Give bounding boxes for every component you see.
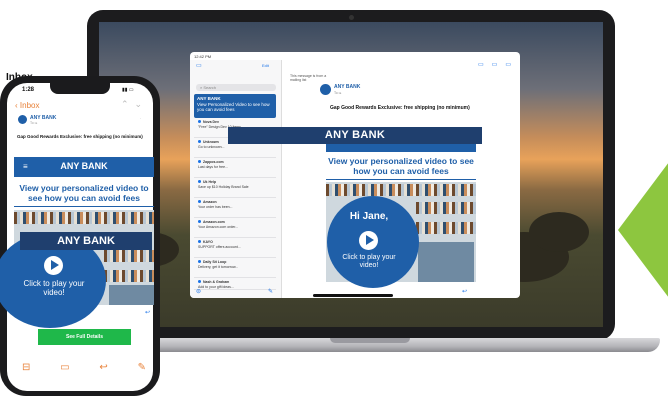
phone-status-time: 1:28 bbox=[22, 87, 35, 93]
tablet-headline: View your personalized video to see how … bbox=[328, 156, 474, 176]
phone-email-date: · bbox=[140, 117, 142, 121]
home-indicator bbox=[313, 294, 393, 297]
list-item[interactable]: Nash & Graham Add to your gift ideas... bbox=[194, 278, 276, 290]
mailing-list-alert: This message is from a mailing list bbox=[290, 74, 327, 82]
tablet-email-subject: Gap Good Rewards Exclusive: free shippin… bbox=[330, 105, 470, 111]
phone-video-cta-text: Click to play your video! bbox=[23, 279, 85, 297]
message-nav-arrows[interactable]: ⌃⌄ bbox=[121, 99, 148, 110]
tablet-status-time: 12:42 PM bbox=[194, 54, 212, 59]
list-item-preview: Your order has been... bbox=[198, 204, 233, 209]
phone-sender-detail: To: ▸ bbox=[30, 121, 38, 125]
phone-headline: View your personalized video to see how … bbox=[19, 183, 149, 203]
list-item[interactable]: Zappos.com Last days for free... bbox=[194, 158, 276, 178]
reply-icon[interactable]: ↩ bbox=[99, 362, 107, 373]
phone-notch bbox=[50, 83, 110, 94]
folder-icon[interactable]: ▭ bbox=[60, 362, 69, 373]
reply-icon[interactable]: ↩ bbox=[462, 288, 467, 295]
back-label: Inbox bbox=[19, 101, 40, 110]
list-item-preview: Save up $10 Holiday Brand Sale bbox=[198, 184, 249, 189]
selected-message[interactable]: ANY BANK View Personalized Video to see … bbox=[194, 94, 276, 118]
list-item-sender: Zappos.com bbox=[203, 160, 224, 164]
greeting-text: Hi Jane, bbox=[349, 211, 389, 222]
laptop-notch bbox=[330, 338, 410, 343]
compose-icon[interactable]: ✎ bbox=[268, 288, 273, 295]
list-item-sender: Amazon bbox=[203, 200, 217, 204]
any-bank-banner: ANY BANK bbox=[228, 127, 482, 144]
phone-bank-name: ANY BANK bbox=[60, 161, 108, 171]
divider bbox=[14, 206, 154, 207]
tablet-sender-name: ANY BANK bbox=[334, 84, 361, 90]
see-full-details-button[interactable]: See Full Details bbox=[38, 329, 131, 345]
search-input[interactable]: ⌕ Search bbox=[196, 84, 276, 91]
list-item[interactable]: Uk Help Save up $10 Holiday Brand Sale bbox=[194, 178, 276, 198]
back-button[interactable]: ‹ Inbox bbox=[15, 101, 39, 110]
list-item-sender: Nash & Graham bbox=[203, 280, 230, 284]
phone-email-subject: Gap Good Rewards Exclusive: free shippin… bbox=[17, 134, 143, 139]
list-item-preview: Your Amazon.com order... bbox=[198, 224, 239, 229]
list-item-sender: Amazon.com bbox=[203, 220, 225, 224]
list-item-preview: Go to unknown... bbox=[198, 144, 225, 149]
selected-preview: View Personalized Video to see how you c… bbox=[197, 101, 270, 113]
search-placeholder: Search bbox=[203, 85, 217, 90]
play-icon bbox=[366, 235, 374, 245]
filter-icon[interactable]: ⊜ bbox=[196, 288, 201, 295]
video-cta-text: Click to play your video! bbox=[342, 254, 396, 269]
divider bbox=[326, 179, 476, 180]
list-item-sender: Uk Help bbox=[203, 180, 217, 184]
tablet-email-header-bar bbox=[326, 144, 476, 152]
list-item-sender: Unknown bbox=[203, 140, 219, 144]
list-item[interactable]: Daily Sit Loop Delivery, get it tomorrow.… bbox=[194, 258, 276, 278]
tablet-toolbar-icons[interactable]: ▭▭▭ bbox=[478, 61, 519, 68]
camera-icon bbox=[349, 15, 354, 20]
reply-icon[interactable]: ↩ bbox=[145, 309, 150, 316]
sender-avatar bbox=[320, 84, 331, 95]
list-item[interactable]: Amazon.com Your Amazon.com order... bbox=[194, 218, 276, 238]
list-item-preview: SUPPORT offers account... bbox=[198, 244, 241, 249]
edit-button[interactable]: Edit bbox=[262, 63, 269, 68]
list-item-preview: Add to your gift ideas... bbox=[198, 284, 234, 289]
phone-any-bank-banner: ANY BANK bbox=[20, 232, 152, 250]
green-accent-shape bbox=[618, 150, 668, 310]
phone-sender-avatar bbox=[18, 115, 27, 124]
list-item-sender: KAYO bbox=[203, 240, 213, 244]
list-item[interactable]: KAYO SUPPORT offers account... bbox=[194, 238, 276, 258]
compose-icon[interactable]: ✎ bbox=[138, 362, 146, 373]
signal-battery-icon: ▮▮ ▭ bbox=[122, 87, 134, 93]
list-item-preview: Delivery, get it tomorrow... bbox=[198, 264, 239, 269]
list-item-preview: Last days for free... bbox=[198, 164, 228, 169]
play-icon bbox=[51, 260, 59, 270]
phone-toolbar: ⊟ ▭ ↩ ✎ bbox=[14, 362, 154, 373]
archive-icon[interactable]: ⊟ bbox=[22, 362, 30, 373]
sidebar-toggle-icon[interactable]: ▭ bbox=[196, 62, 202, 69]
list-item[interactable]: Amazon Your order has been... bbox=[194, 198, 276, 218]
list-item-sender: Nova Dev bbox=[203, 120, 219, 124]
list-item-sender: Daily Sit Loop bbox=[203, 260, 227, 264]
tablet-sender-detail: To: ▸ bbox=[334, 91, 342, 95]
